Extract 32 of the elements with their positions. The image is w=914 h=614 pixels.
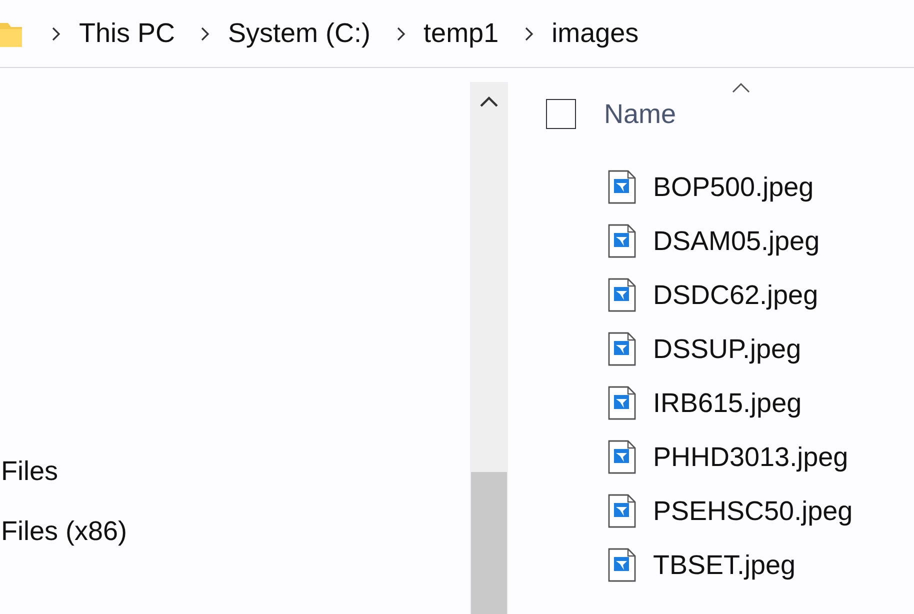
chevron-icon xyxy=(524,26,534,40)
image-file-icon xyxy=(608,224,636,258)
file-name[interactable]: DSDC62.jpeg xyxy=(653,280,818,310)
image-file-icon xyxy=(608,494,636,528)
scroll-thumb[interactable] xyxy=(471,472,507,614)
image-file-icon xyxy=(608,386,636,420)
file-name[interactable]: DSAM05.jpeg xyxy=(653,226,820,256)
column-header[interactable]: Name xyxy=(604,98,676,130)
breadcrumb-item[interactable]: This PC xyxy=(79,18,176,49)
breadcrumb-item[interactable]: images xyxy=(552,18,639,49)
file-name[interactable]: BOP500.jpeg xyxy=(653,172,814,202)
chevron-icon xyxy=(201,26,210,40)
breadcrumb-item[interactable]: temp1 xyxy=(424,18,499,49)
chevron-icon xyxy=(396,26,406,40)
folder-icon xyxy=(0,20,22,46)
image-file-icon xyxy=(608,548,636,582)
image-file-icon xyxy=(608,278,636,312)
image-file-icon xyxy=(608,332,636,366)
file-name[interactable]: TBSET.jpeg xyxy=(653,550,796,580)
image-file-icon xyxy=(608,170,636,204)
file-name[interactable]: PSEHSC50.jpeg xyxy=(653,496,853,526)
file-name[interactable]: DSSUP.jpeg xyxy=(653,334,802,364)
nav-item[interactable]: Files (x86) xyxy=(1,516,128,576)
file-name[interactable]: PHHD3013.jpeg xyxy=(653,442,848,472)
file-name[interactable]: IRB615.jpeg xyxy=(653,388,802,418)
select-all-checkbox[interactable] xyxy=(546,99,576,129)
image-file-icon xyxy=(608,440,636,474)
scroll-up-icon[interactable] xyxy=(480,96,498,107)
nav-item[interactable]: Files xyxy=(1,456,58,516)
chevron-icon xyxy=(52,26,61,40)
breadcrumb-item[interactable]: System (C:) xyxy=(228,18,371,49)
scrollbar[interactable] xyxy=(470,82,508,614)
